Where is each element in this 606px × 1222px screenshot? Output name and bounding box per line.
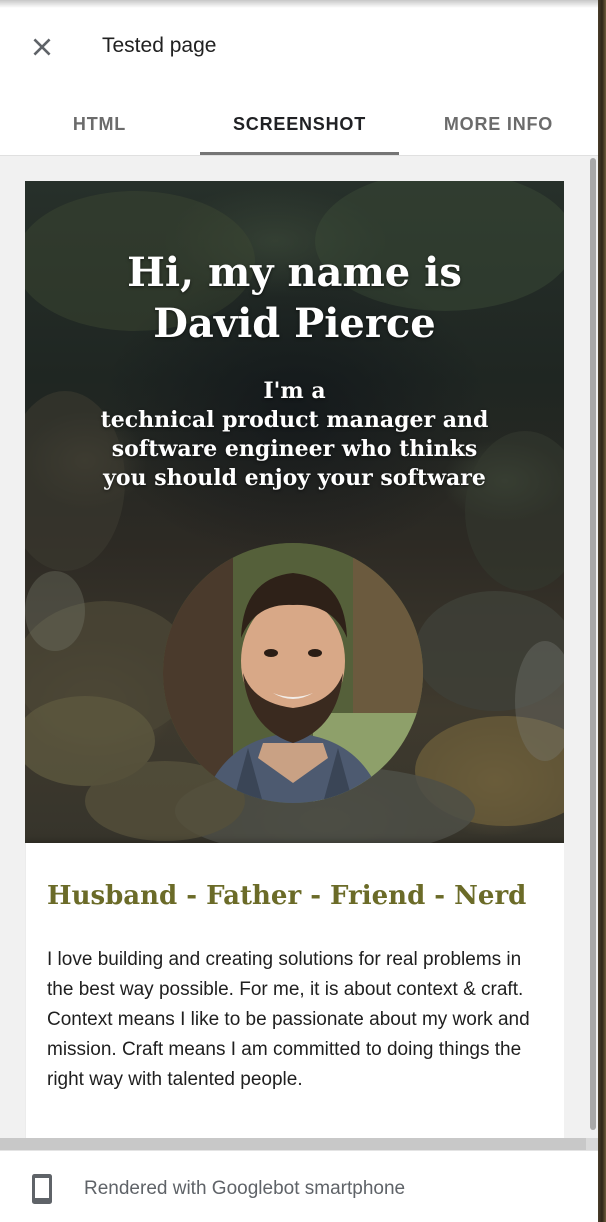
screenshot-viewport[interactable]: Hi, my name is David Pierce I'm a techni… <box>0 156 598 1138</box>
panel-footer: Rendered with Googlebot smartphone <box>0 1150 598 1222</box>
hero-title-line: David Pierce <box>153 300 436 347</box>
hero-subtitle-line: software engineer who thinks <box>111 436 478 462</box>
top-shadow <box>0 0 598 8</box>
footer-text: Rendered with Googlebot smartphone <box>84 1178 406 1199</box>
horizontal-scrollbar[interactable] <box>0 1138 598 1150</box>
hero-section: Hi, my name is David Pierce I'm a techni… <box>25 181 564 843</box>
horizontal-scrollbar-thumb[interactable] <box>0 1138 586 1150</box>
tab-bar: HTML SCREENSHOT MORE INFO <box>0 94 598 156</box>
portrait-photo-icon <box>163 543 423 803</box>
tab-more-info[interactable]: MORE INFO <box>399 94 598 155</box>
vertical-scrollbar-thumb[interactable] <box>590 158 596 1130</box>
hero-title: Hi, my name is David Pierce <box>25 247 564 349</box>
background-window-edge <box>598 0 606 1222</box>
vertical-scrollbar[interactable] <box>588 156 598 1138</box>
hero-title-line: Hi, my name is <box>127 249 462 296</box>
active-tab-indicator <box>200 152 399 155</box>
tab-html[interactable]: HTML <box>0 94 199 155</box>
rendered-page-screenshot: Hi, my name is David Pierce I'm a techni… <box>25 181 564 1138</box>
smartphone-icon <box>32 1174 52 1204</box>
tab-screenshot[interactable]: SCREENSHOT <box>200 94 399 155</box>
hero-subtitle: I'm a technical product manager and soft… <box>25 377 564 493</box>
card-body: I love building and creating solutions f… <box>47 949 530 1090</box>
close-icon <box>33 38 51 56</box>
panel-header: Tested page <box>0 0 598 94</box>
close-button[interactable] <box>18 23 66 71</box>
card-heading: Husband - Father - Friend - Nerd <box>47 881 527 911</box>
hero-subtitle-line: technical product manager and <box>100 407 489 433</box>
panel-title: Tested page <box>102 34 217 57</box>
inspection-panel: Tested page HTML SCREENSHOT MORE INFO Hi… <box>0 0 598 1222</box>
avatar <box>163 543 423 803</box>
hero-subtitle-line: I'm a <box>263 378 326 404</box>
hero-subtitle-line: you should enjoy your software <box>103 465 486 491</box>
intro-card: Husband - Father - Friend - Nerd I love … <box>25 843 564 1138</box>
